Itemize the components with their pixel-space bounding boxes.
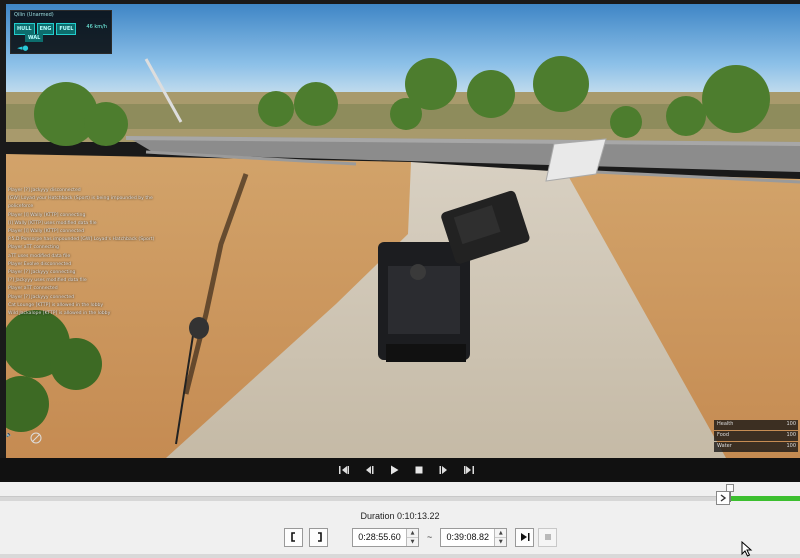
skip-forward-icon — [463, 466, 474, 474]
frame-forward-button[interactable] — [436, 462, 452, 478]
chat-line: [GW] Loyad your Hatchback (Sport) is bei… — [8, 196, 153, 202]
start-time-input[interactable] — [353, 532, 406, 542]
stat-value: 100 — [786, 421, 796, 427]
vehicle-chip-row: HULL ENG FUEL — [14, 23, 77, 35]
fish-icon: ◄● — [17, 44, 29, 52]
spin-down-icon[interactable]: ▼ — [495, 536, 507, 546]
vehicle-status-panel: Qilin (Unarmed) HULL ENG FUEL 46 km/h WA… — [10, 10, 112, 54]
spin-down-icon[interactable]: ▼ — [407, 536, 418, 546]
chat-line: Player Evolve disconnected — [8, 261, 72, 267]
frame-back-icon — [365, 466, 373, 474]
skip-forward-button[interactable] — [461, 462, 477, 478]
frame-forward-icon — [439, 466, 447, 474]
play-icon — [390, 465, 398, 475]
start-time-field[interactable]: ▲ ▼ — [352, 527, 419, 547]
vehicle-name: Qilin (Unarmed) — [14, 12, 54, 18]
play-bar-icon — [520, 533, 530, 541]
hud-chip-wal: WAL — [25, 34, 44, 42]
timeline-selection[interactable] — [731, 496, 800, 501]
stat-label: Food — [717, 432, 729, 438]
set-end-button[interactable] — [309, 527, 328, 547]
play-button[interactable] — [386, 462, 402, 478]
stat-label: Health — [717, 421, 734, 427]
stat-row: Food 100 — [714, 431, 798, 441]
chat-line: [I] Wally [KTTP] uses modified data file — [8, 220, 97, 226]
skip-back-icon — [338, 466, 349, 474]
status-strip — [0, 554, 800, 558]
chat-line: Wild Jackalope [KTTP] is allowed in the … — [8, 311, 111, 317]
chat-line: Player [?] Jackyyy connected — [8, 294, 75, 300]
end-time-input[interactable] — [441, 532, 495, 542]
vehicle-speed: 46 km/h — [86, 24, 107, 30]
speaker-icon: 🔈 — [6, 432, 13, 438]
screen: Qilin (Unarmed) HULL ENG FUEL 46 km/h WA… — [0, 0, 800, 558]
stat-value: 100 — [786, 443, 796, 449]
trim-controls: ▲ ▼ ~ ▲ ▼ — [284, 526, 563, 548]
chat-line: [?] Jackyyy uses modified data file — [8, 278, 87, 284]
timeline[interactable] — [0, 482, 800, 505]
chat-line: P.5.D Ponsorpe has impounded [GW] Loyad'… — [8, 237, 155, 243]
play-selection-button[interactable] — [515, 527, 535, 547]
end-time-spinner[interactable]: ▲ ▼ — [494, 528, 507, 546]
stat-row: Health 100 — [714, 420, 798, 430]
skip-back-button[interactable] — [336, 462, 352, 478]
chat-line: Player [I] Wally [KTTP] connecting — [8, 212, 86, 218]
selection-start-handle[interactable] — [716, 491, 730, 505]
mute-icon — [30, 432, 42, 444]
frame-back-button[interactable] — [361, 462, 377, 478]
start-time-spinner[interactable]: ▲ ▼ — [406, 528, 418, 546]
transport-bar — [0, 458, 800, 482]
chat-line: Player [I] Wally [KTTP] connected — [8, 229, 85, 235]
hud-chip-fuel: FUEL — [56, 23, 77, 35]
stat-value: 100 — [786, 432, 796, 438]
bracket-left-icon — [290, 532, 295, 542]
trim-editor: Duration 0:10:13.22 ▲ ▼ ~ ▲ ▼ — [0, 482, 800, 558]
timeline-track[interactable] — [0, 496, 800, 501]
stop-icon — [415, 466, 422, 474]
chat-line: Cat Lounge [KTTP] is allowed in the lobb… — [8, 302, 104, 308]
chat-line: Player aTT connecting — [8, 245, 59, 251]
video-viewport[interactable]: Qilin (Unarmed) HULL ENG FUEL 46 km/h WA… — [0, 0, 800, 458]
chat-line: policeforce — [8, 204, 34, 210]
chat-line: Player aTT connected — [8, 286, 58, 292]
set-start-button[interactable] — [284, 527, 303, 547]
spin-up-icon[interactable]: ▲ — [495, 528, 507, 537]
duration-label: Duration 0:10:13.22 — [360, 511, 440, 521]
stat-row: Water 100 — [714, 442, 798, 452]
player-stats-panel: Health 100 Food 100 Water 100 — [714, 420, 798, 453]
spin-up-icon[interactable]: ▲ — [407, 528, 418, 537]
chat-log: Player [?] Jackyyy disconnected [GW] Loya… — [8, 187, 168, 318]
chevron-right-icon — [720, 494, 727, 502]
stat-label: Water — [717, 443, 732, 449]
stop-button[interactable] — [411, 462, 427, 478]
stop-square-icon — [544, 534, 551, 540]
stop-selection-button[interactable] — [538, 527, 558, 547]
range-separator: ~ — [427, 532, 433, 542]
bracket-right-icon — [317, 532, 322, 542]
chat-line: aTT uses modified data file — [8, 253, 71, 259]
mouse-cursor-icon — [741, 541, 753, 557]
chat-line: Player [?] Jackyyy connecting — [8, 270, 76, 276]
end-time-field[interactable]: ▲ ▼ — [440, 527, 508, 547]
chat-line: Player [?] Jackyyy disconnected — [8, 188, 81, 193]
